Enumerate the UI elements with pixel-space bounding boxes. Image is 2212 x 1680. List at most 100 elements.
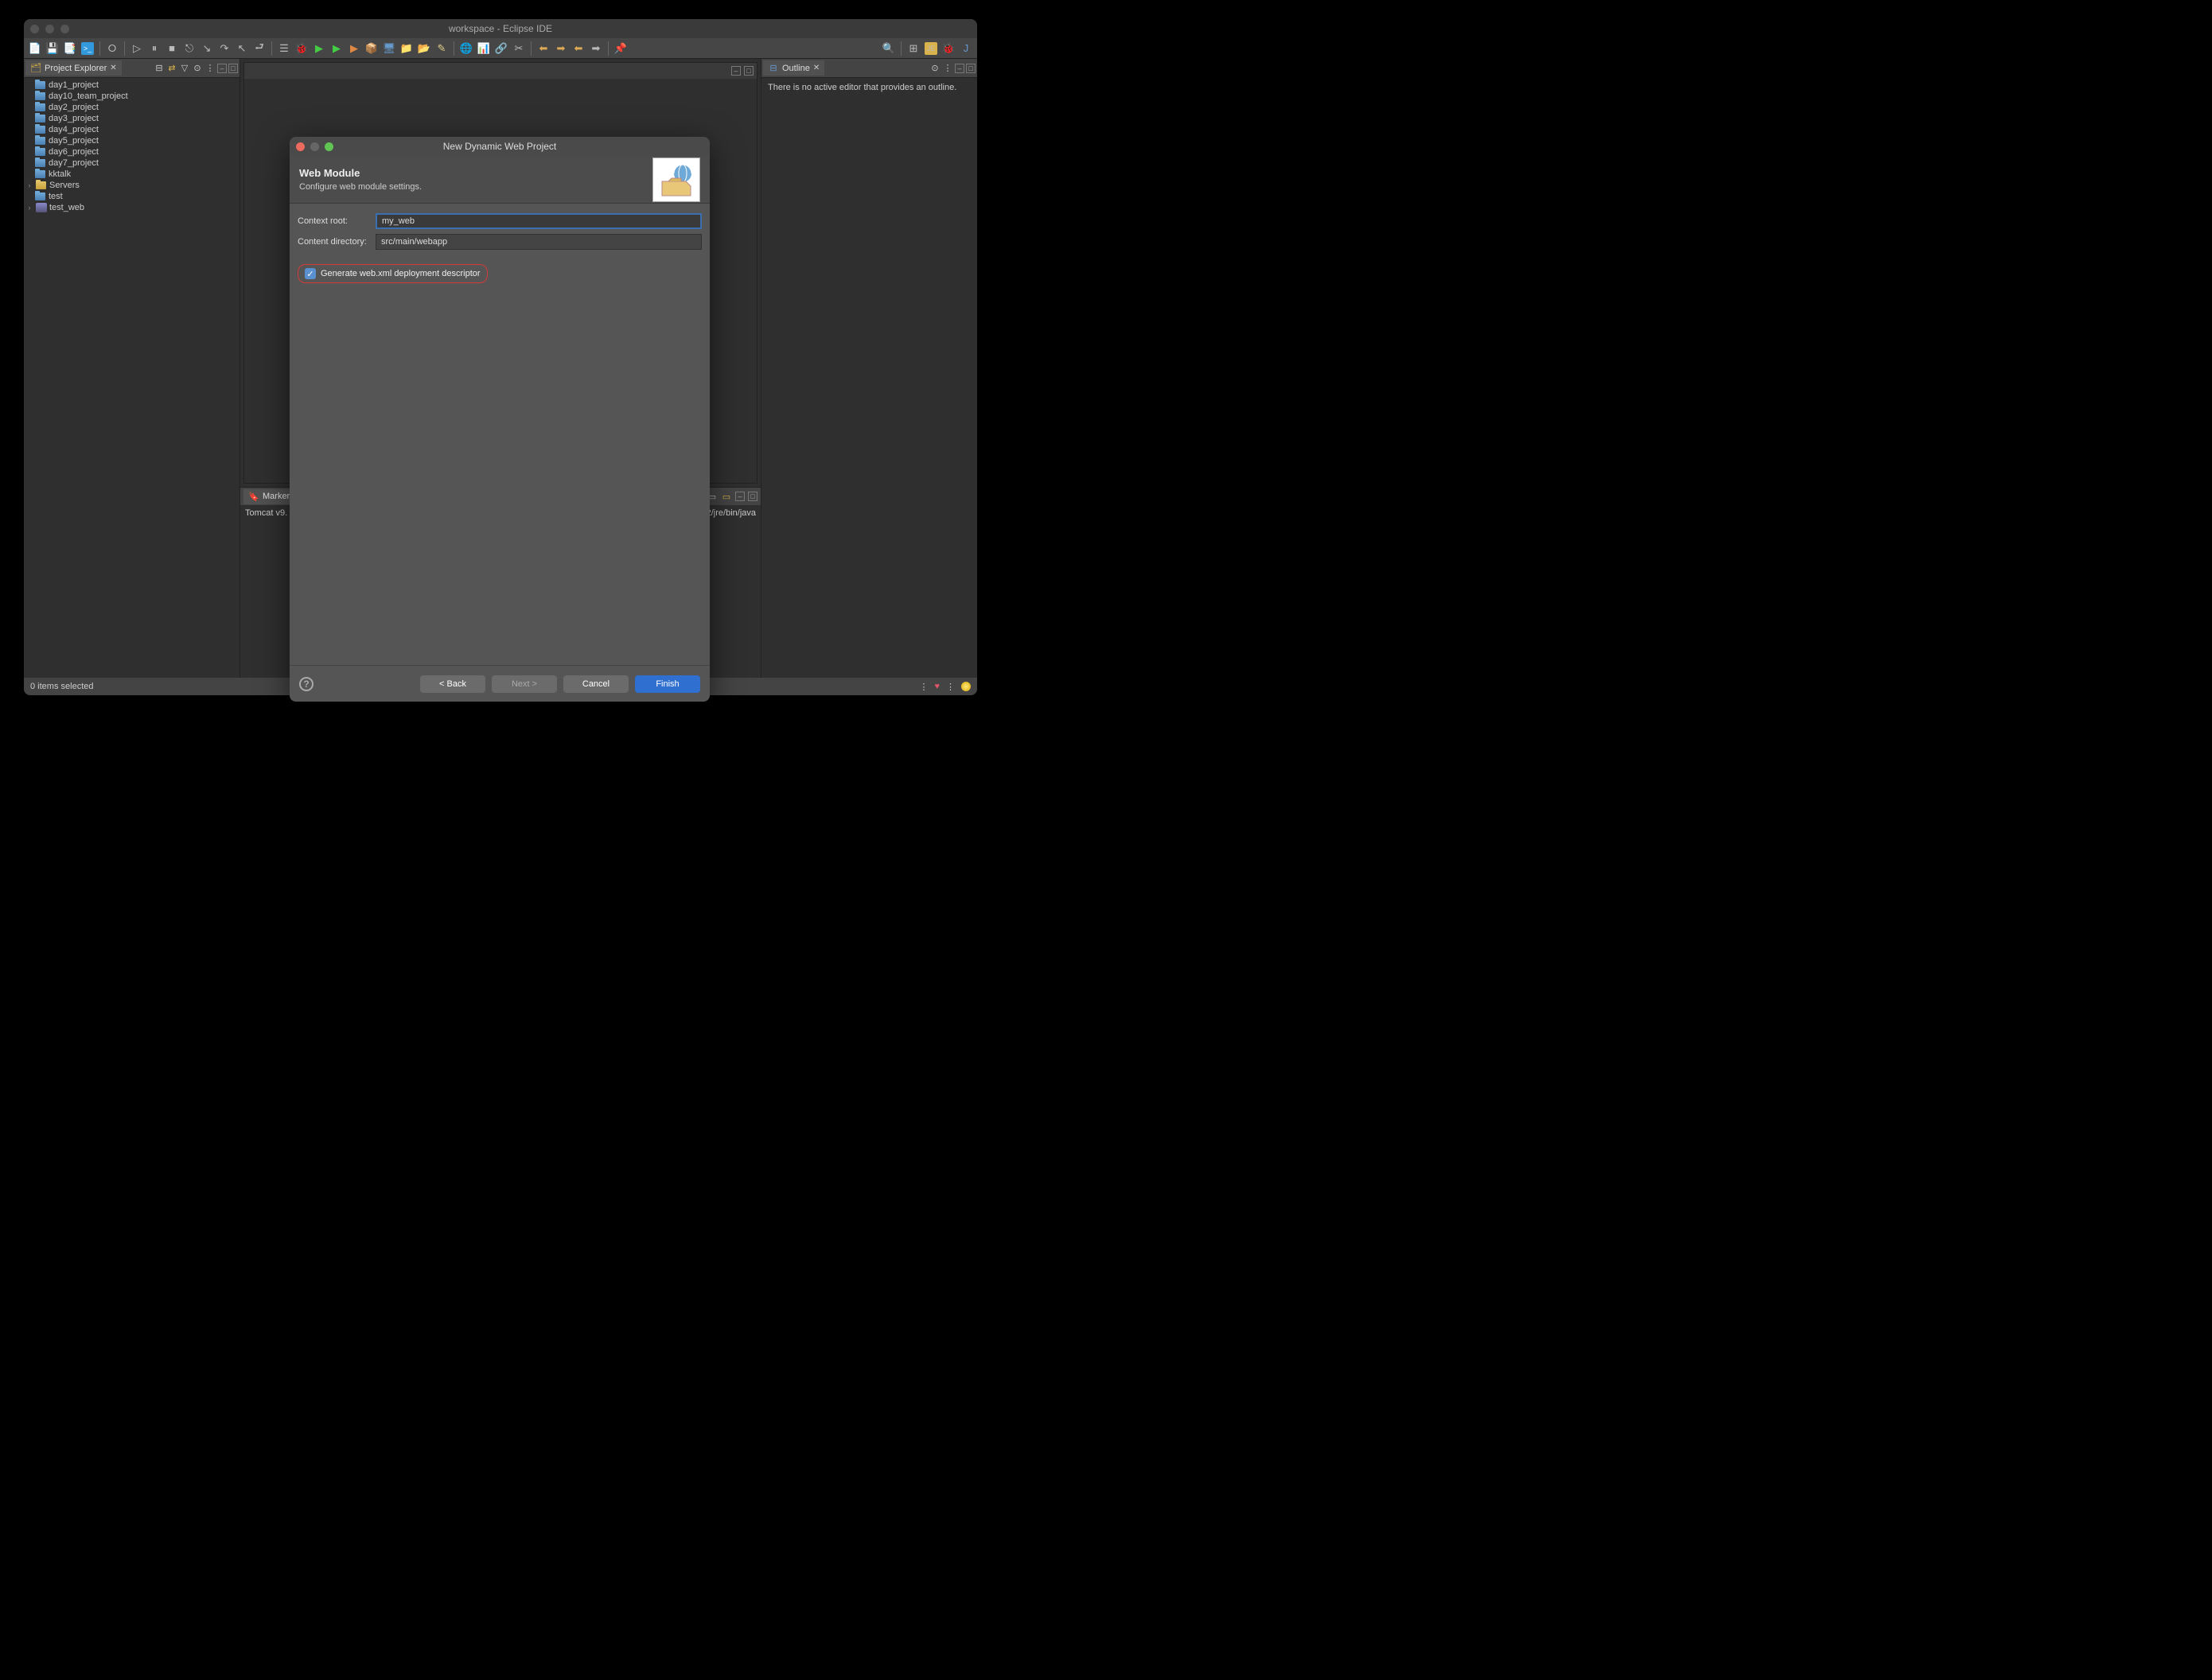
tree-item[interactable]: day1_project	[24, 80, 240, 91]
dialog-maximize-icon[interactable]	[325, 142, 333, 151]
earth-icon[interactable]: 🌐	[460, 42, 473, 55]
package-icon[interactable]: 📦	[365, 42, 378, 55]
disconnect-icon[interactable]: ⎋	[183, 42, 196, 55]
minimize-outline-icon[interactable]: –	[955, 64, 964, 73]
debug-perspective-icon[interactable]: 🐞	[942, 42, 955, 55]
pause-icon[interactable]: ⏸	[148, 42, 161, 55]
markers-icon: 🔖	[248, 492, 259, 502]
console-new-icon[interactable]: ▭	[721, 492, 732, 502]
dialog-close-icon[interactable]	[296, 142, 305, 151]
tree-item[interactable]: ›test_web	[24, 202, 240, 213]
heart-icon[interactable]: ♥	[934, 682, 940, 691]
folder-open-icon	[36, 181, 47, 190]
outline-tab[interactable]: ⊟ Outline ✕	[763, 60, 824, 76]
step-into-icon[interactable]: ↘	[201, 42, 213, 55]
collapse-all-icon[interactable]: ⊟	[154, 63, 165, 73]
tree-item[interactable]: day7_project	[24, 158, 240, 169]
tree-item-label: Servers	[49, 181, 80, 190]
nav-fwd-icon[interactable]: ➡	[590, 42, 602, 55]
tree-item[interactable]: day5_project	[24, 135, 240, 146]
drop-to-frame-icon[interactable]: ⮐	[253, 42, 266, 55]
status-menu-icon[interactable]: ⋮	[919, 682, 928, 692]
status-menu2-icon[interactable]: ⋮	[946, 682, 955, 692]
minimize-window-icon[interactable]	[45, 25, 54, 33]
link-editor-icon[interactable]: ⇄	[166, 63, 177, 73]
traffic-lights	[30, 25, 69, 33]
focus-icon[interactable]: ⊙	[192, 63, 203, 73]
window-title: workspace - Eclipse IDE	[449, 23, 552, 34]
new-folder1-icon[interactable]: 📁	[400, 42, 413, 55]
resume-icon[interactable]: ▷	[130, 42, 143, 55]
maximize-view-icon[interactable]: □	[228, 64, 238, 73]
markers-tab[interactable]: 🔖 Marker	[243, 489, 294, 504]
save-icon[interactable]: 💾	[46, 42, 59, 55]
step-return-icon[interactable]: ↖	[236, 42, 248, 55]
maximize-outline-icon[interactable]: □	[966, 64, 976, 73]
terminal-icon[interactable]: >_	[81, 42, 94, 55]
project-tree[interactable]: day1_project day10_team_project day2_pro…	[24, 78, 240, 678]
tree-item[interactable]: day3_project	[24, 113, 240, 124]
pin-icon[interactable]: 📌	[614, 42, 627, 55]
outline-menu-icon[interactable]: ⋮	[942, 63, 953, 73]
close-icon[interactable]: ✕	[110, 64, 116, 72]
tree-item[interactable]: day6_project	[24, 146, 240, 158]
perspective-open-icon[interactable]: ⊞	[907, 42, 920, 55]
outline-focus-icon[interactable]: ⊙	[929, 63, 940, 73]
new-folder2-icon[interactable]: 📂	[418, 42, 430, 55]
back-arrow-icon[interactable]: ⬅	[537, 42, 550, 55]
tree-item[interactable]: kktalk	[24, 169, 240, 180]
view-menu-icon[interactable]: ⋮	[204, 63, 216, 73]
maximize-editor-icon[interactable]: □	[744, 66, 754, 76]
stop-icon[interactable]: ■	[166, 42, 178, 55]
generate-webxml-row[interactable]: ✓ Generate web.xml deployment descriptor	[298, 264, 488, 283]
finish-button[interactable]: Finish	[635, 675, 700, 693]
skip-breakpoints-icon[interactable]: ⭘	[106, 42, 119, 55]
search-icon[interactable]: 🔍	[882, 42, 895, 55]
maximize-console-icon[interactable]: □	[748, 492, 757, 501]
back-button[interactable]: < Back	[420, 675, 485, 693]
minimize-view-icon[interactable]: –	[217, 64, 227, 73]
minimize-console-icon[interactable]: –	[735, 492, 745, 501]
close-icon[interactable]: ✕	[813, 64, 820, 72]
save-all-icon[interactable]: 📑	[64, 42, 76, 55]
new-icon[interactable]: 📄	[29, 42, 41, 55]
align-icon[interactable]: ☰	[278, 42, 290, 55]
filter-icon[interactable]: ▽	[179, 63, 190, 73]
nav-back-icon[interactable]: ⬅	[572, 42, 585, 55]
tree-item-label: day6_project	[49, 147, 99, 157]
run-icon[interactable]: ▶	[313, 42, 325, 55]
wand-icon[interactable]: ✎	[435, 42, 448, 55]
forward-arrow-icon[interactable]: ➡	[555, 42, 567, 55]
link-icon[interactable]: 🔗	[495, 42, 508, 55]
dialog-minimize-icon[interactable]	[310, 142, 319, 151]
close-window-icon[interactable]	[30, 25, 39, 33]
maximize-window-icon[interactable]	[60, 25, 69, 33]
coverage-icon[interactable]: ▶	[330, 42, 343, 55]
step-over-icon[interactable]: ↷	[218, 42, 231, 55]
generate-webxml-checkbox[interactable]: ✓	[305, 268, 316, 279]
minimize-editor-icon[interactable]: –	[731, 66, 741, 76]
cancel-button[interactable]: Cancel	[563, 675, 629, 693]
external-run-icon[interactable]: ▶	[348, 42, 360, 55]
explorer-tab[interactable]: 🗂 Project Explorer ✕	[25, 60, 122, 76]
content-dir-input[interactable]	[376, 234, 702, 250]
java-perspective-icon[interactable]: J	[960, 42, 972, 55]
dialog-body: Context root: Content directory: ✓ Gener…	[290, 204, 710, 665]
server-icon[interactable]: 🖥	[383, 42, 395, 55]
expand-arrow-icon[interactable]: ›	[25, 181, 33, 189]
java-ee-perspective-icon[interactable]: JE	[925, 42, 937, 55]
folder-icon	[35, 169, 46, 179]
snippet-icon[interactable]: ✂	[512, 42, 525, 55]
help-icon[interactable]: ?	[299, 677, 313, 691]
bug-icon[interactable]: 🐞	[295, 42, 308, 55]
tree-item[interactable]: day10_team_project	[24, 91, 240, 102]
tip-bulb-icon[interactable]	[961, 682, 971, 691]
expand-arrow-icon[interactable]: ›	[25, 204, 33, 212]
tree-item[interactable]: day2_project	[24, 102, 240, 113]
tree-item[interactable]: test	[24, 191, 240, 202]
context-root-input[interactable]	[376, 213, 702, 229]
chart-icon[interactable]: 📊	[477, 42, 490, 55]
tree-item[interactable]: › Servers	[24, 180, 240, 191]
explorer-icon: 🗂	[30, 63, 41, 73]
tree-item[interactable]: day4_project	[24, 124, 240, 135]
